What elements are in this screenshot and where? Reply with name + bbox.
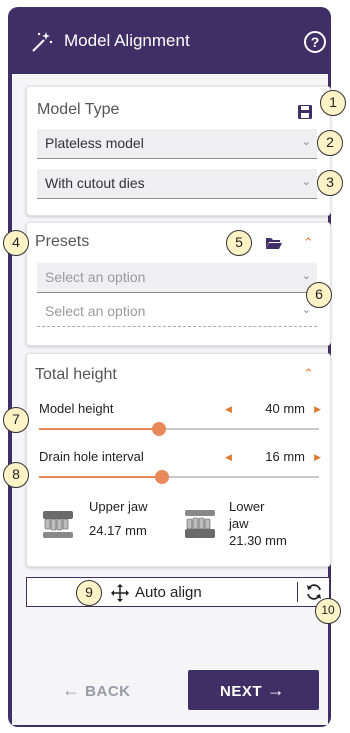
increment-icon[interactable]: ▶	[314, 404, 321, 415]
annotation-marker-1: 1	[320, 90, 346, 116]
annotation-marker-10: 10	[315, 598, 341, 624]
model-height-slider-fill	[39, 428, 159, 430]
next-button[interactable]: NEXT →	[188, 670, 319, 710]
model-type-select[interactable]: Plateless model ⌄	[37, 129, 317, 159]
collapse-chevron-icon[interactable]: ⌃	[303, 235, 314, 251]
lower-jaw-label-line2: jaw	[229, 516, 249, 531]
upper-jaw-info: Upper jaw 24.17 mm	[89, 498, 148, 539]
chevron-down-icon: ⌄	[301, 304, 311, 316]
annotation-marker-7: 7	[3, 407, 29, 433]
preset-select-1-placeholder: Select an option	[45, 269, 146, 285]
model-height-slider-thumb[interactable]	[152, 422, 166, 436]
lower-jaw-value: 21.30 mm	[229, 533, 287, 548]
annotation-marker-3: 3	[317, 170, 343, 196]
annotation-marker-9: 9	[76, 580, 102, 606]
annotation-marker-8: 8	[3, 462, 29, 488]
preset-select-2[interactable]: Select an option ⌄	[37, 297, 317, 327]
refresh-icon[interactable]	[305, 583, 323, 601]
help-icon[interactable]: ?	[304, 31, 326, 53]
back-label: BACK	[85, 683, 131, 700]
upper-jaw-label: Upper jaw	[89, 499, 148, 514]
drain-hole-slider[interactable]	[39, 470, 319, 484]
preset-select-2-placeholder: Select an option	[45, 303, 146, 319]
arrow-left-icon: ←	[62, 680, 81, 700]
collapse-chevron-icon[interactable]: ⌃	[303, 366, 314, 382]
total-height-card: Total height ⌃ Model height ◀ 40 mm ▶ Dr…	[26, 353, 331, 567]
model-type-select-value: Plateless model	[45, 135, 144, 151]
decrement-icon[interactable]: ◀	[225, 404, 232, 415]
model-height-slider[interactable]	[39, 422, 319, 436]
next-label: NEXT	[220, 683, 263, 700]
dialog-header: Model Alignment ?	[8, 7, 331, 74]
drain-hole-slider-fill	[39, 476, 162, 478]
model-type-title: Model Type	[37, 101, 120, 118]
drain-hole-slider-thumb[interactable]	[155, 470, 169, 484]
drain-hole-value[interactable]: 16 mm	[265, 449, 305, 464]
drain-hole-stepper[interactable]: ◀ 16 mm ▶	[225, 449, 321, 465]
auto-align-button[interactable]: Auto align	[26, 577, 330, 607]
lower-jaw-icon	[185, 510, 215, 538]
back-button[interactable]: ← BACK	[62, 680, 131, 701]
lower-jaw-info: Lower jaw 21.30 mm	[229, 498, 287, 549]
chevron-down-icon: ⌄	[301, 176, 311, 188]
annotation-marker-6: 6	[306, 282, 332, 308]
chevron-down-icon: ⌄	[301, 270, 311, 282]
model-height-stepper[interactable]: ◀ 40 mm ▶	[225, 401, 321, 417]
dies-select-value: With cutout dies	[45, 175, 145, 191]
save-icon[interactable]	[297, 104, 313, 120]
total-height-title: Total height	[35, 366, 117, 383]
model-height-value[interactable]: 40 mm	[265, 401, 305, 416]
model-type-card: Model Type Plateless model ⌄ With cutout…	[26, 86, 331, 216]
lower-jaw-label-line1: Lower	[229, 499, 265, 514]
auto-align-label: Auto align	[135, 584, 202, 601]
presets-card: Presets ⌃ Select an option ⌄ Select an o…	[26, 222, 331, 346]
button-divider	[297, 582, 298, 602]
move-arrows-icon	[111, 584, 129, 602]
arrow-right-icon: →	[266, 680, 286, 700]
magic-wand-icon	[32, 32, 53, 52]
presets-title: Presets	[35, 233, 90, 250]
upper-jaw-value: 24.17 mm	[89, 523, 147, 538]
dialog-title: Model Alignment	[64, 31, 190, 50]
drain-hole-label: Drain hole interval	[39, 449, 144, 464]
annotation-marker-4: 4	[3, 230, 29, 256]
chevron-down-icon: ⌄	[301, 136, 311, 148]
dies-select[interactable]: With cutout dies ⌄	[37, 169, 317, 199]
annotation-marker-2: 2	[317, 130, 343, 156]
annotation-marker-5: 5	[226, 230, 252, 256]
increment-icon[interactable]: ▶	[314, 452, 321, 463]
folder-open-icon[interactable]	[265, 236, 283, 250]
upper-jaw-icon	[43, 511, 73, 538]
model-height-label: Model height	[39, 401, 114, 416]
decrement-icon[interactable]: ◀	[225, 452, 232, 463]
preset-select-1[interactable]: Select an option ⌄	[37, 263, 317, 293]
